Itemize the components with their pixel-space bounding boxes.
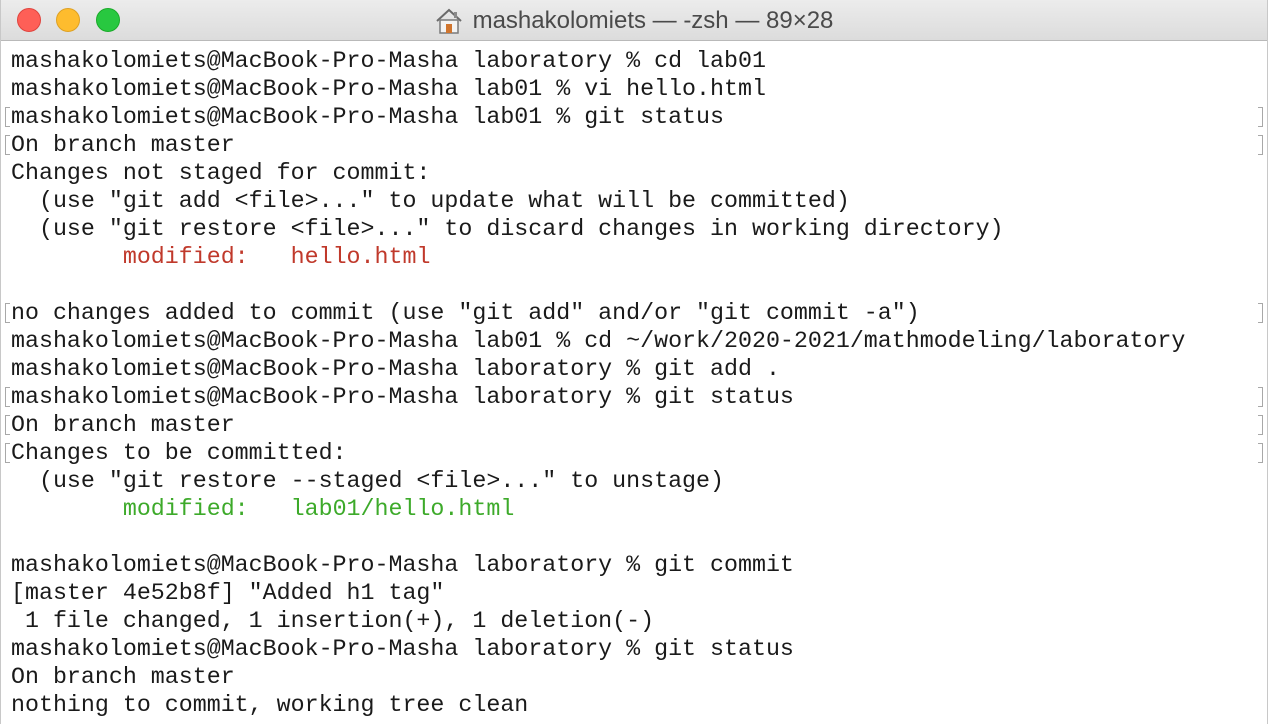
- home-icon: [435, 8, 463, 34]
- window-title-container: mashakolomiets — -zsh — 89×28: [1, 0, 1267, 41]
- line-mark-right: [1258, 303, 1263, 323]
- terminal-line: (use "git restore <file>..." to discard …: [11, 216, 1004, 242]
- modified-label: modified:: [122, 496, 249, 522]
- title-bar[interactable]: mashakolomiets — -zsh — 89×28: [1, 0, 1267, 41]
- window-title: mashakolomiets — -zsh — 89×28: [472, 6, 834, 34]
- line-mark-right: [1258, 107, 1263, 127]
- line-mark-left: [5, 415, 10, 435]
- terminal-output[interactable]: mashakolomiets@MacBook-Pro-Masha laborat…: [1, 41, 1267, 724]
- line-mark-left: [5, 303, 10, 323]
- line-mark-right: [1258, 443, 1263, 463]
- terminal-line: 1 file changed, 1 insertion(+), 1 deleti…: [11, 608, 655, 634]
- terminal-line: mashakolomiets@MacBook-Pro-Masha lab01 %…: [11, 76, 766, 102]
- terminal-line: mashakolomiets@MacBook-Pro-Masha lab01 %…: [11, 328, 1186, 354]
- terminal-line: mashakolomiets@MacBook-Pro-Masha lab01 %…: [11, 104, 725, 130]
- line-mark-right: [1258, 135, 1263, 155]
- terminal-line: mashakolomiets@MacBook-Pro-Masha laborat…: [11, 384, 794, 410]
- line-mark-left: [5, 387, 10, 407]
- line-mark-right: [1258, 387, 1263, 407]
- terminal-line: (use "git restore --staged <file>..." to…: [11, 468, 725, 494]
- line-mark-right: [1258, 415, 1263, 435]
- modified-file: hello.html: [290, 244, 431, 270]
- terminal-line: mashakolomiets@MacBook-Pro-Masha laborat…: [11, 48, 766, 74]
- terminal-line: mashakolomiets@MacBook-Pro-Masha laborat…: [11, 636, 794, 662]
- terminal-line-modified-unstaged: modified: hello.html: [11, 243, 431, 271]
- terminal-line: mashakolomiets@MacBook-Pro-Masha laborat…: [11, 552, 794, 578]
- terminal-line: Changes to be committed:: [11, 440, 347, 466]
- terminal-line: no changes added to commit (use "git add…: [11, 300, 920, 326]
- terminal-line: On branch master: [11, 664, 235, 690]
- terminal-line: nothing to commit, working tree clean: [11, 692, 529, 718]
- line-mark-left: [5, 107, 10, 127]
- modified-file: lab01/hello.html: [290, 496, 515, 522]
- terminal-line: (use "git add <file>..." to update what …: [11, 188, 850, 214]
- line-mark-left: [5, 443, 10, 463]
- terminal-window: mashakolomiets — -zsh — 89×28 mashakolom…: [0, 0, 1268, 724]
- terminal-line: [master 4e52b8f] "Added h1 tag": [11, 580, 445, 606]
- terminal-line: On branch master: [11, 412, 235, 438]
- line-mark-left: [5, 135, 10, 155]
- terminal-line: On branch master: [11, 132, 235, 158]
- terminal-line: mashakolomiets@MacBook-Pro-Masha laborat…: [11, 356, 780, 382]
- modified-label: modified:: [122, 244, 249, 270]
- terminal-line: Changes not staged for commit:: [11, 160, 431, 186]
- terminal-line-modified-staged: modified: lab01/hello.html: [11, 495, 514, 523]
